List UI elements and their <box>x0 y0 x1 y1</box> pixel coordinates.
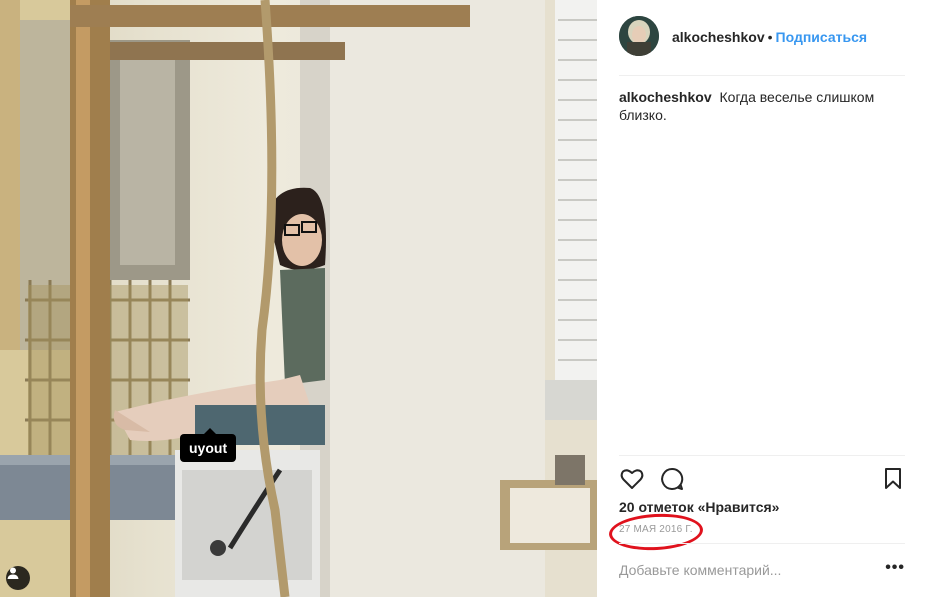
user-tag-icon[interactable] <box>6 566 30 590</box>
avatar[interactable] <box>619 16 659 56</box>
heart-icon <box>620 469 644 489</box>
post-side-panel: alkocheshkov • Подписаться alkocheshkov Ко… <box>597 0 925 597</box>
comment-button[interactable] <box>659 466 685 492</box>
user-tag-tooltip[interactable]: uyout <box>180 428 237 462</box>
person-icon <box>7 567 19 579</box>
likes-count[interactable]: 20 отметок «Нравится» <box>619 499 779 515</box>
header-separator: • <box>767 29 773 45</box>
username-link[interactable]: alkocheshkov <box>672 29 765 45</box>
like-button[interactable] <box>619 466 645 492</box>
user-tag-label: uyout <box>189 440 228 456</box>
post-photo[interactable]: uyout <box>0 0 597 597</box>
comment-input[interactable] <box>619 562 869 578</box>
post-caption: alkocheshkov Когда веселье слишком близк… <box>619 88 905 124</box>
photo-illustration <box>0 0 597 597</box>
caption-username-link[interactable]: alkocheshkov <box>619 89 712 105</box>
more-options-button[interactable]: ••• <box>885 560 905 576</box>
avatar-image <box>619 16 659 56</box>
save-button[interactable] <box>881 466 905 492</box>
post-header: alkocheshkov • Подписаться <box>619 16 905 76</box>
follow-button[interactable]: Подписаться <box>776 29 868 45</box>
comment-row: ••• <box>619 543 905 597</box>
scrollbar-track[interactable] <box>915 0 925 597</box>
comment-bubble-icon <box>661 467 684 490</box>
action-bar <box>619 455 905 499</box>
bookmark-icon <box>885 468 901 489</box>
header-text: alkocheshkov • Подписаться <box>672 29 867 45</box>
